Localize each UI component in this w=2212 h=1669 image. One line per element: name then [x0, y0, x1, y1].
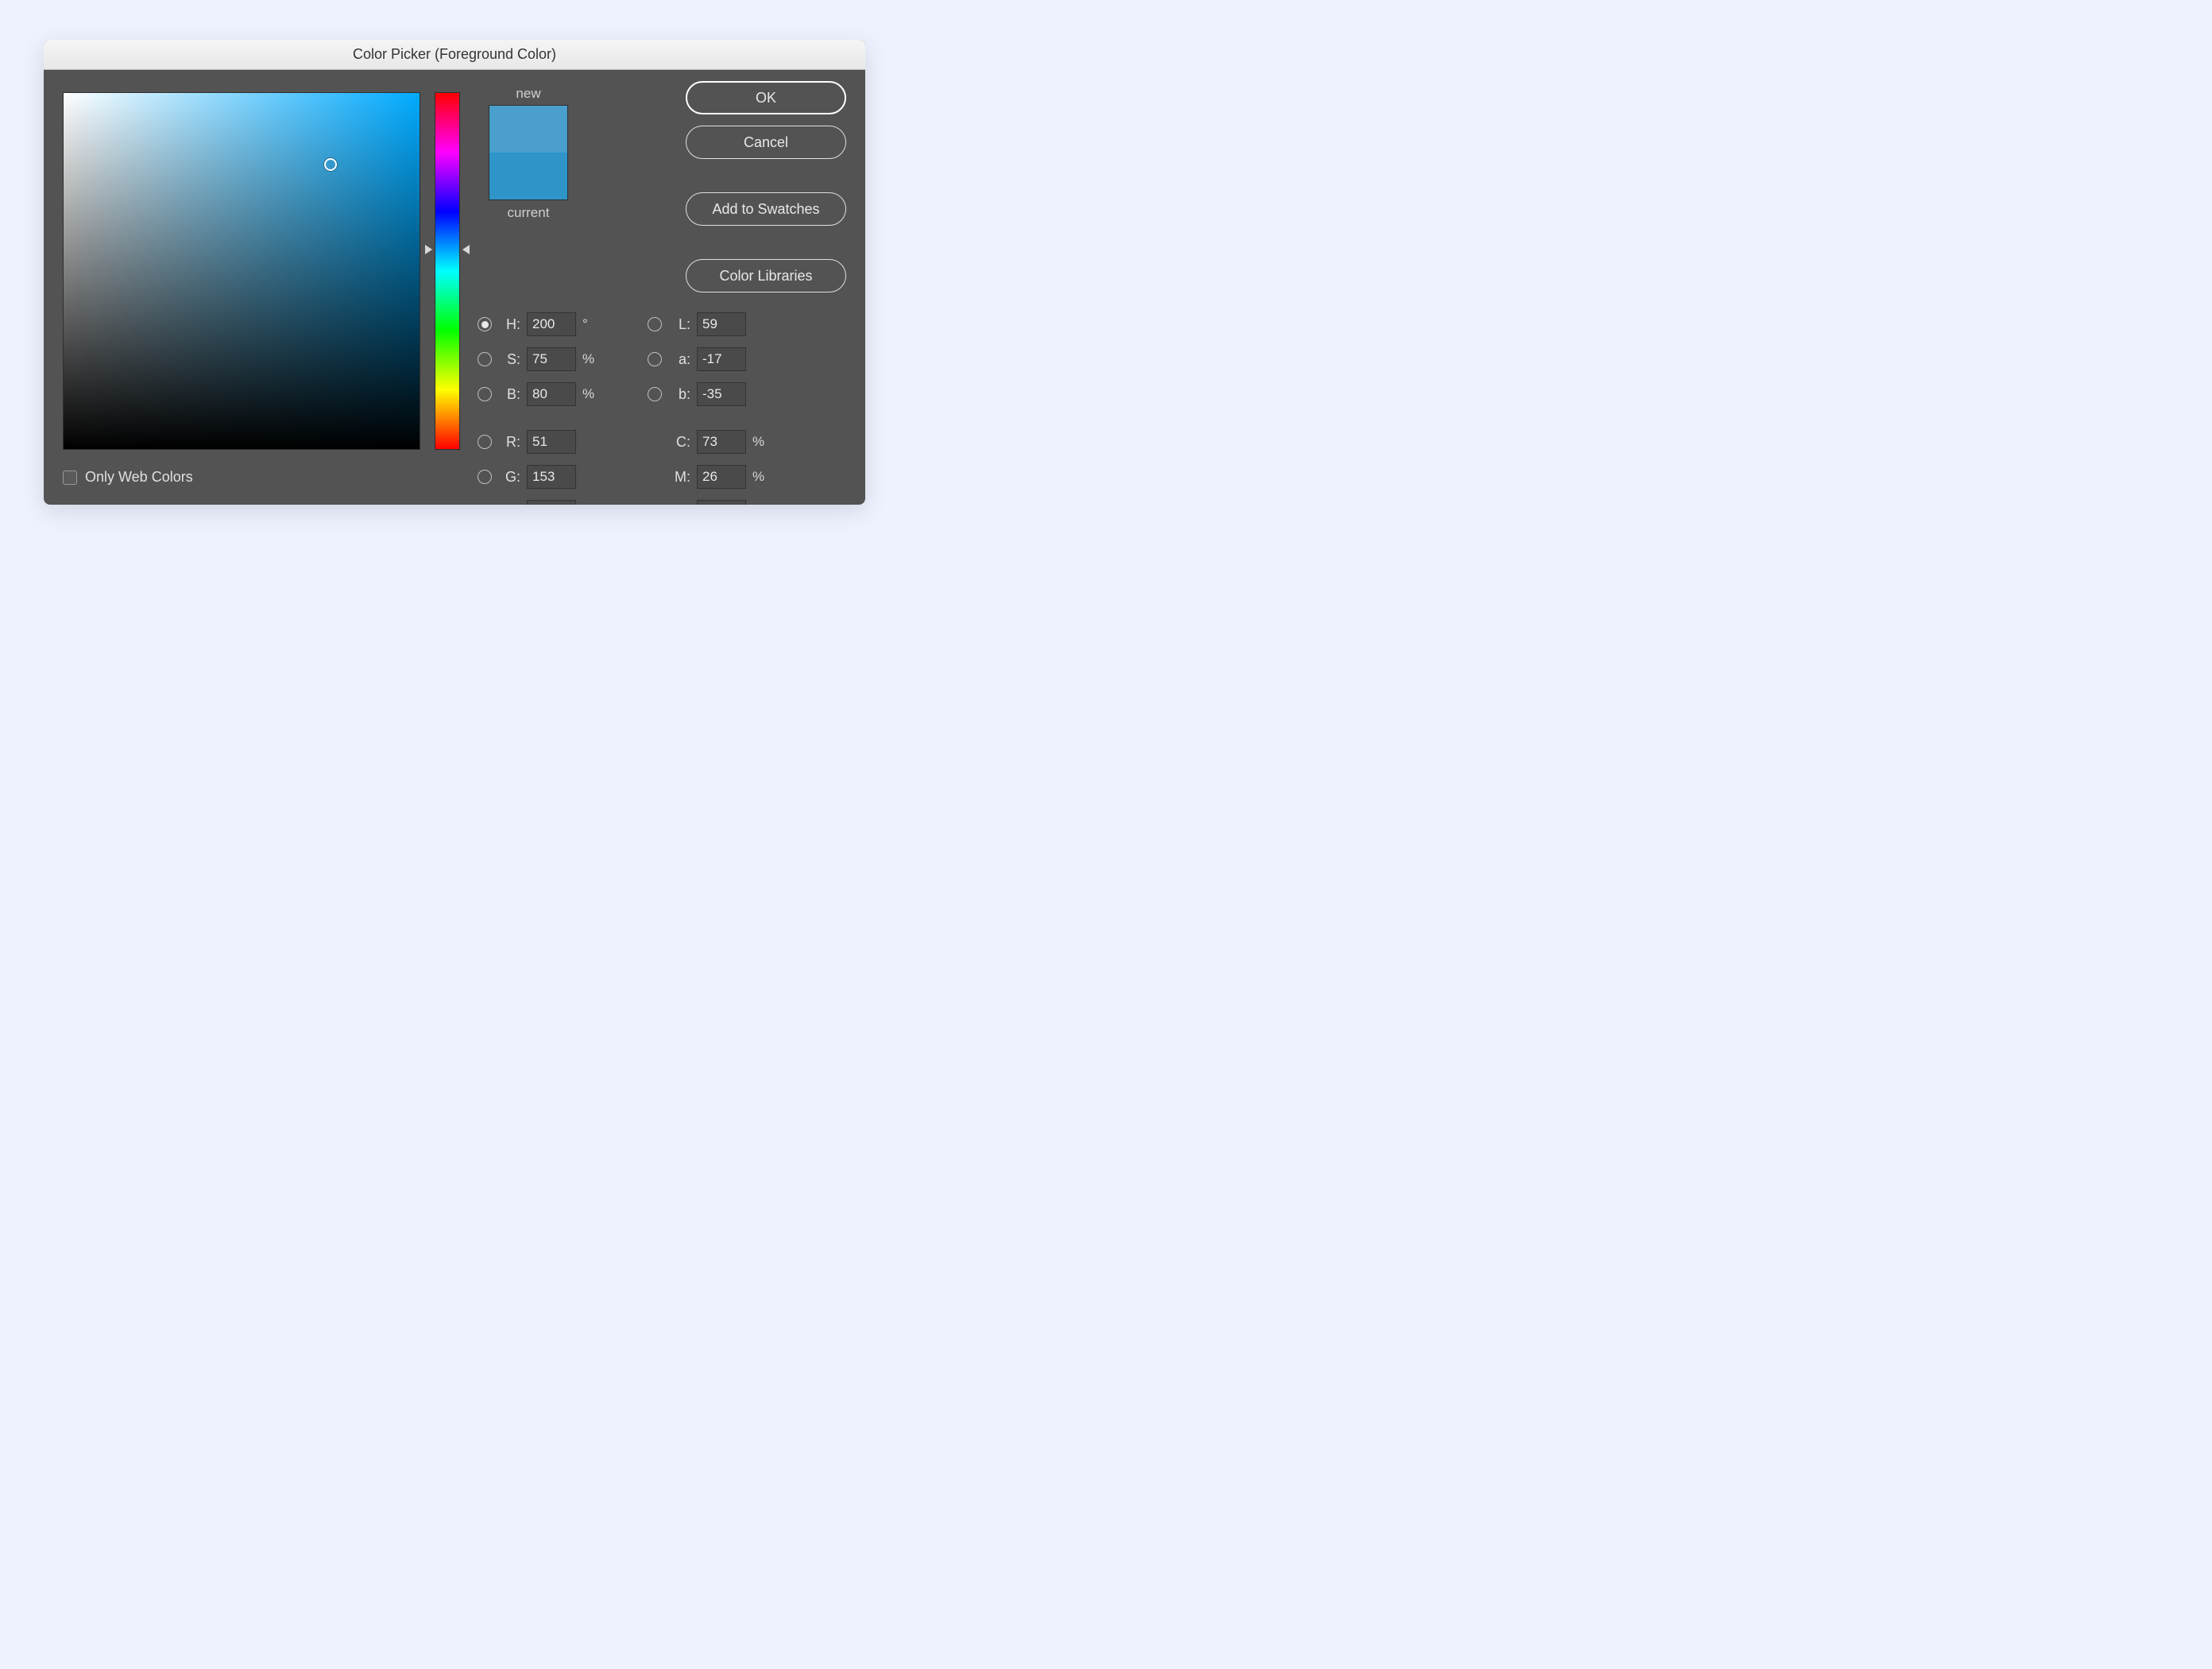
lab-a-input[interactable] — [697, 347, 746, 371]
add-to-swatches-button[interactable]: Add to Swatches — [686, 192, 846, 226]
new-color-swatch — [489, 106, 567, 153]
lab-b-label: b: — [668, 386, 690, 403]
saturation-label: S: — [498, 351, 520, 368]
hue-radio[interactable] — [478, 317, 492, 331]
magenta-label: M: — [668, 469, 690, 486]
hue-input[interactable] — [527, 312, 576, 336]
cyan-input[interactable] — [697, 430, 746, 454]
lab-l-input[interactable] — [697, 312, 746, 336]
cyan-label: C: — [668, 434, 690, 451]
hue-thumb-right-icon[interactable] — [462, 245, 470, 254]
saturation-unit: % — [582, 351, 595, 367]
yellow-input[interactable] — [697, 500, 746, 505]
hue-unit: ° — [582, 316, 595, 332]
titlebar: Color Picker (Foreground Color) — [44, 40, 865, 70]
color-libraries-button[interactable]: Color Libraries — [686, 259, 846, 292]
web-colors-label: Only Web Colors — [85, 469, 193, 486]
web-colors-checkbox[interactable] — [63, 470, 77, 485]
saturation-radio[interactable] — [478, 352, 492, 366]
blue-label: B: — [498, 504, 520, 505]
ok-button[interactable]: OK — [686, 81, 846, 114]
lab-a-label: a: — [668, 351, 690, 368]
green-label: G: — [498, 469, 520, 486]
lab-l-radio[interactable] — [648, 317, 662, 331]
red-label: R: — [498, 434, 520, 451]
hue-slider[interactable] — [435, 92, 460, 450]
brightness-label: B: — [498, 386, 520, 403]
yellow-label: Y: — [668, 504, 690, 505]
brightness-input[interactable] — [527, 382, 576, 406]
green-input[interactable] — [527, 465, 576, 489]
magenta-unit: % — [752, 469, 765, 485]
lab-b-input[interactable] — [697, 382, 746, 406]
yellow-unit: % — [752, 504, 765, 505]
lab-a-radio[interactable] — [648, 352, 662, 366]
sb-marker[interactable] — [324, 158, 337, 171]
color-preview — [489, 105, 568, 200]
red-radio[interactable] — [478, 435, 492, 449]
current-color-label: current — [508, 205, 550, 221]
red-input[interactable] — [527, 430, 576, 454]
magenta-input[interactable] — [697, 465, 746, 489]
dialog-title: Color Picker (Foreground Color) — [353, 46, 556, 63]
current-color-swatch[interactable] — [489, 153, 567, 199]
new-color-label: new — [516, 86, 540, 102]
brightness-unit: % — [582, 386, 595, 402]
saturation-input[interactable] — [527, 347, 576, 371]
saturation-brightness-field[interactable] — [63, 92, 420, 450]
brightness-radio[interactable] — [478, 387, 492, 401]
color-picker-dialog: Color Picker (Foreground Color) Only Web… — [44, 40, 865, 505]
green-radio[interactable] — [478, 470, 492, 484]
cancel-button[interactable]: Cancel — [686, 126, 846, 159]
hue-thumb-left-icon[interactable] — [425, 245, 432, 254]
lab-l-label: L: — [668, 316, 690, 333]
lab-b-radio[interactable] — [648, 387, 662, 401]
hue-label: H: — [498, 316, 520, 333]
blue-input[interactable] — [527, 500, 576, 505]
cyan-unit: % — [752, 434, 765, 450]
